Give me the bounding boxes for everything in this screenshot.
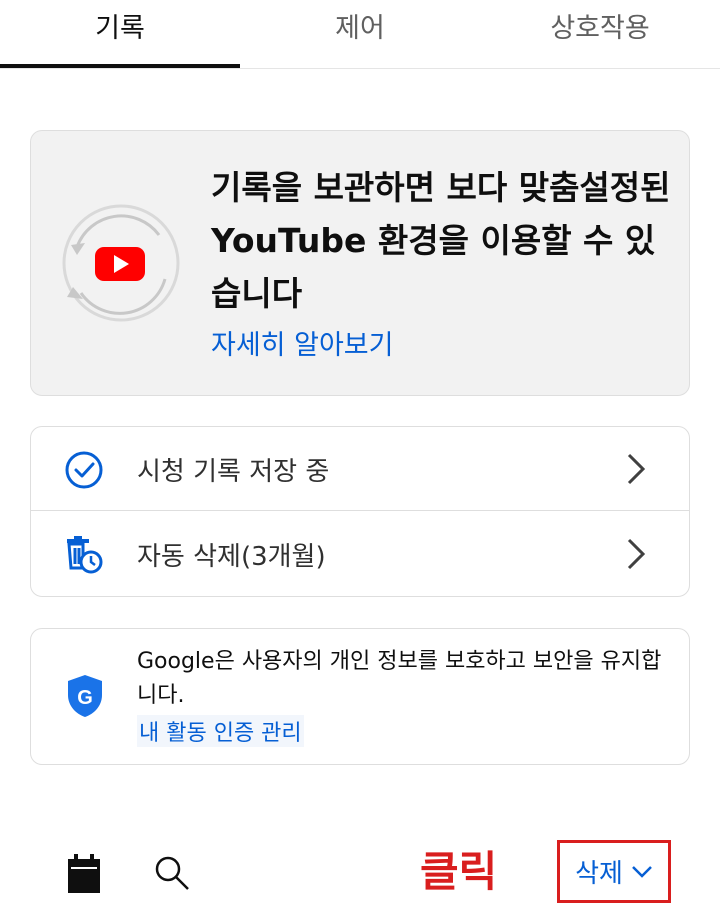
delete-dropdown-button[interactable]: 삭제	[557, 840, 671, 903]
chevron-right-icon	[627, 453, 646, 485]
history-settings-card: 시청 기록 저장 중 자동 삭제(3개월)	[30, 426, 690, 597]
active-tab-indicator	[0, 64, 240, 68]
delete-label: 삭제	[575, 859, 623, 889]
tab-history[interactable]: 기록	[0, 0, 240, 68]
tab-controls[interactable]: 제어	[240, 0, 480, 68]
tab-interactions[interactable]: 상호작용	[480, 0, 720, 68]
watch-history-label: 시청 기록 저장 중	[137, 457, 330, 487]
search-icon[interactable]	[154, 855, 190, 891]
check-circle-icon	[65, 451, 103, 489]
google-shield-icon: G	[68, 675, 102, 717]
chevron-right-icon	[627, 538, 646, 570]
history-promo-card: 기록을 보관하면 보다 맞춤설정된 YouTube 환경을 이용할 수 있습니다…	[30, 130, 690, 396]
auto-delete-setting-row[interactable]: 자동 삭제(3개월)	[31, 512, 689, 596]
privacy-text: Google은 사용자의 개인 정보를 보호하고 보안을 유지합니다.	[137, 649, 662, 708]
auto-delete-icon	[67, 536, 103, 574]
youtube-history-icon	[62, 204, 180, 322]
watch-history-setting-row[interactable]: 시청 기록 저장 중	[31, 427, 689, 511]
click-annotation: 클릭	[420, 847, 498, 896]
auto-delete-label: 자동 삭제(3개월)	[137, 542, 326, 572]
promo-title: 기록을 보관하면 보다 맞춤설정된 YouTube 환경을 이용할 수 있습니다	[211, 168, 671, 313]
manage-activity-verification-link[interactable]: 내 활동 인증 관리	[137, 715, 304, 747]
privacy-info-card: G Google은 사용자의 개인 정보를 보호하고 보안을 유지합니다. 내 …	[30, 628, 690, 765]
tab-bar: 기록 제어 상호작용	[0, 0, 720, 69]
learn-more-link[interactable]: 자세히 알아보기	[211, 323, 393, 362]
calendar-icon[interactable]	[66, 853, 102, 895]
svg-text:G: G	[77, 687, 93, 709]
chevron-down-icon	[632, 865, 652, 878]
